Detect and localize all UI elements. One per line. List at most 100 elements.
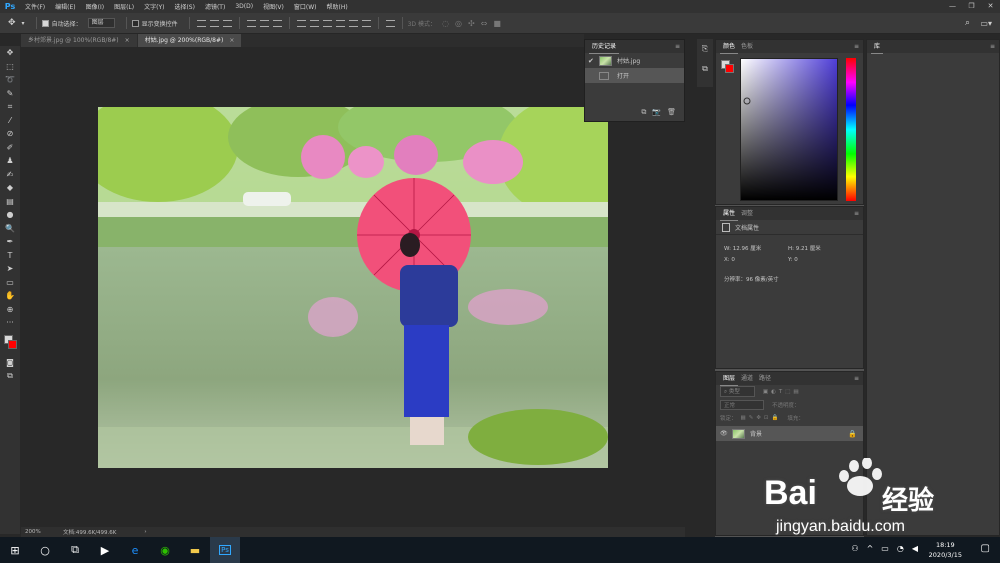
panel-menu-icon[interactable]: ≡	[990, 43, 995, 50]
align-left-icon[interactable]	[246, 19, 256, 27]
show-transform-checkbox[interactable]: 显示变换控件	[131, 17, 178, 29]
menu-view[interactable]: 视图(V)	[258, 2, 289, 11]
align-right-icon[interactable]	[272, 19, 282, 27]
menu-window[interactable]: 窗口(W)	[289, 2, 322, 11]
auto-select-checkbox[interactable]: 自动选择：	[41, 17, 82, 29]
tab-color[interactable]: 颜色	[720, 40, 739, 54]
layer-filter-dropdown[interactable]: ⌕ 类型	[720, 386, 755, 397]
document-photo[interactable]	[98, 107, 608, 468]
color-field[interactable]	[740, 58, 838, 201]
search-icon[interactable]: ⌕	[965, 17, 970, 29]
tab-adjustments[interactable]: 调整	[738, 207, 756, 220]
3d-rotate-icon[interactable]: ◌	[442, 17, 449, 29]
distribute-left-icon[interactable]	[335, 19, 345, 27]
search-circle-icon[interactable]: ○	[30, 537, 60, 563]
brush-tool-icon[interactable]: ✐	[0, 141, 20, 155]
layer-name[interactable]: 背景	[750, 429, 762, 438]
tab-swatches[interactable]: 色板	[738, 40, 756, 53]
hue-slider[interactable]	[846, 58, 856, 201]
menu-edit[interactable]: 编辑(E)	[50, 2, 80, 11]
distribute-top-icon[interactable]	[296, 19, 306, 27]
align-vcenter-icon[interactable]	[209, 19, 219, 27]
quick-mask-icon[interactable]: ◙	[0, 356, 20, 370]
quick-select-tool-icon[interactable]: ✎	[0, 87, 20, 101]
hand-tool-icon[interactable]: ✋	[0, 289, 20, 303]
distribute-hcenter-icon[interactable]	[348, 19, 358, 27]
more-tools-icon[interactable]: ···	[0, 316, 20, 330]
3d-slide-icon[interactable]: ⇔	[481, 17, 488, 29]
path-select-tool-icon[interactable]: ➤	[0, 262, 20, 276]
system-clock[interactable]: 18:19 2020/3/15	[929, 540, 962, 560]
photoshop-taskbar-icon[interactable]: Ps	[210, 537, 240, 563]
crop-tool-icon[interactable]: ⌗	[0, 100, 20, 114]
zoom-level[interactable]: 200%	[25, 529, 55, 535]
panel-menu-icon[interactable]: ≡	[854, 210, 859, 217]
align-hcenter-icon[interactable]	[259, 19, 269, 27]
menu-filter[interactable]: 滤镜(T)	[200, 2, 230, 11]
eyedropper-tool-icon[interactable]: ⁄	[0, 114, 20, 128]
properties-panel-icon[interactable]: ⧉	[697, 59, 713, 79]
healing-tool-icon[interactable]: ⊘	[0, 127, 20, 141]
3d-roll-icon[interactable]: ◎	[455, 17, 462, 29]
task-view-icon[interactable]: ⧉	[60, 537, 90, 563]
gradient-tool-icon[interactable]: ▤	[0, 195, 20, 209]
blend-mode-dropdown[interactable]: 正常	[720, 399, 765, 410]
show-hidden-icons-icon[interactable]: ^	[867, 544, 874, 553]
history-snapshot-row[interactable]: ✔ 村姑.jpg	[585, 53, 684, 68]
align-bottom-icon[interactable]	[222, 19, 232, 27]
panel-menu-icon[interactable]: ≡	[854, 43, 859, 50]
new-document-from-state-icon[interactable]: ⧉	[641, 108, 646, 117]
tab-village-girl[interactable]: 村姑.jpg @ 200%(RGB/8#) ×	[137, 34, 242, 47]
tab-history[interactable]: 历史记录	[589, 40, 620, 54]
menu-help[interactable]: 帮助(H)	[322, 2, 353, 11]
tab-channels[interactable]: 通道	[738, 372, 756, 385]
3d-scale-icon[interactable]: ■	[493, 17, 501, 29]
distribute-vcenter-icon[interactable]	[309, 19, 319, 27]
media-app-icon[interactable]: ▶	[90, 537, 120, 563]
menu-file[interactable]: 文件(F)	[20, 2, 50, 11]
marquee-tool-icon[interactable]: ⬚	[0, 60, 20, 74]
type-tool-icon[interactable]: T	[0, 249, 20, 263]
auto-align-icon[interactable]	[385, 19, 395, 27]
move-tool-icon[interactable]: ✥	[8, 17, 16, 29]
start-button-icon[interactable]: ⊞	[0, 537, 30, 563]
tab-rural-scene[interactable]: 乡村郊景.jpg @ 100%(RGB/8#) ×	[21, 34, 137, 47]
zoom-tool-icon[interactable]: ⊕	[0, 303, 20, 317]
tab-close-icon[interactable]: ×	[125, 37, 130, 44]
auto-select-dropdown[interactable]: 图层	[87, 18, 115, 28]
eraser-tool-icon[interactable]: ◆	[0, 181, 20, 195]
distribute-bottom-icon[interactable]	[322, 19, 332, 27]
panel-menu-icon[interactable]: ≡	[675, 43, 680, 50]
distribute-right-icon[interactable]	[361, 19, 371, 27]
menu-type[interactable]: 文字(Y)	[139, 2, 169, 11]
color-swatches[interactable]	[0, 330, 20, 356]
align-top-icon[interactable]	[196, 19, 206, 27]
status-arrow-icon[interactable]: ›	[144, 529, 146, 535]
battery-icon[interactable]: ▭	[881, 544, 889, 553]
shape-tool-icon[interactable]: ▭	[0, 276, 20, 290]
filter-icons[interactable]: ▣◐T⬚▤	[763, 389, 802, 395]
camera-icon[interactable]: 📷	[652, 108, 661, 117]
move-tool-icon[interactable]: ✥	[0, 46, 20, 60]
panel-menu-icon[interactable]: ≡	[854, 375, 859, 382]
tab-close-icon[interactable]: ×	[229, 37, 234, 44]
restore-button[interactable]: ❐	[962, 0, 981, 13]
edge-browser-icon[interactable]: e	[120, 537, 150, 563]
3d-pan-icon[interactable]: ✣	[468, 17, 475, 29]
history-brush-tool-icon[interactable]: ✍	[0, 168, 20, 182]
workspace-icon[interactable]: ▭▾	[980, 17, 992, 29]
menu-select[interactable]: 选择(S)	[169, 2, 200, 11]
dodge-tool-icon[interactable]: 🔍	[0, 222, 20, 236]
menu-3d[interactable]: 3D(D)	[230, 3, 258, 10]
stamp-tool-icon[interactable]: ♟	[0, 154, 20, 168]
background-color-swatch[interactable]	[8, 339, 17, 349]
blur-tool-icon[interactable]: ●	[0, 208, 20, 222]
menu-image[interactable]: 图像(I)	[81, 2, 109, 11]
tab-properties[interactable]: 属性	[720, 207, 739, 221]
minimize-button[interactable]: —	[943, 0, 962, 13]
wifi-icon[interactable]: ◔	[897, 544, 904, 553]
background-color-swatch[interactable]	[725, 64, 734, 73]
lasso-tool-icon[interactable]: ➰	[0, 73, 20, 87]
tab-paths[interactable]: 路径	[756, 372, 774, 385]
lock-icons[interactable]: ▦✎✥⊡🔒	[741, 415, 782, 421]
